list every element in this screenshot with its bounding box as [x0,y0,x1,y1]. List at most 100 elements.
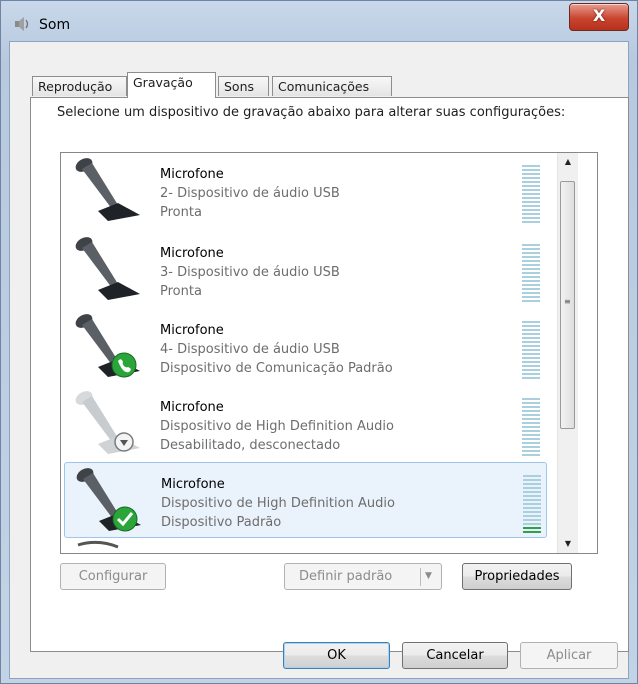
level-segment [522,333,540,335]
title-bar[interactable]: Som X [1,1,637,41]
level-segment [522,276,540,278]
level-segment [522,165,540,167]
level-segment [522,357,540,359]
list-scrollbar[interactable]: ▲ ≡ ▼ [557,153,578,553]
microphone-icon [68,155,150,225]
tab-sounds[interactable]: Sons [218,76,269,96]
device-status: Pronta [160,205,202,220]
level-segment [522,280,540,282]
device-description: Dispositivo de High Definition Audio [161,496,395,511]
level-segment [522,426,540,428]
level-segment [522,450,540,452]
level-segment [523,531,541,533]
microphone-icon [68,388,150,458]
device-list[interactable]: Microfone 2- Dispositivo de áudio USB Pron… [60,152,598,554]
ok-button[interactable]: OK [283,642,390,669]
level-segment [523,523,541,525]
scroll-thumb[interactable]: ≡ [560,181,575,429]
recording-panel: Selecione um dispositivo de gravação aba… [30,97,629,652]
level-segment [523,527,541,529]
device-status: Dispositivo de Comunicação Padrão [160,361,393,376]
level-segment [522,173,540,175]
level-segment [522,398,540,400]
split-divider [420,568,421,586]
level-segment [522,446,540,448]
level-segment [522,201,540,203]
device-description: 4- Dispositivo de áudio USB [160,342,340,357]
level-segment [523,503,541,505]
device-row[interactable]: Microfone 2- Dispositivo de áudio USB Pron… [64,153,547,229]
scroll-down-arrow-icon[interactable]: ▼ [558,535,578,553]
level-segment [522,288,540,290]
device-description: Dispositivo de High Definition Audio [160,419,394,434]
down-arrow-icon [114,432,134,452]
device-name: Microfone [160,246,224,261]
level-segment [522,264,540,266]
level-segment [522,418,540,420]
microphone-icon [69,465,151,535]
device-row[interactable]: Microfone 3- Dispositivo de áudio USB Pron… [64,232,547,308]
tab-playback[interactable]: Reprodução [32,76,127,96]
level-segment [522,268,540,270]
level-segment [522,454,540,456]
level-meter [522,398,540,456]
window-title: Som [39,17,71,33]
device-name: Microfone [161,477,225,492]
level-segment [522,377,540,379]
level-segment [522,217,540,219]
level-segment [522,369,540,371]
level-segment [523,487,541,489]
level-segment [522,329,540,331]
cancel-button[interactable]: Cancelar [402,642,508,669]
level-segment [522,193,540,195]
scroll-up-arrow-icon[interactable]: ▲ [558,153,578,171]
level-meter [522,244,540,302]
grip-icon: ≡ [564,297,571,306]
microphone-icon [68,234,150,304]
level-segment [522,181,540,183]
level-segment [522,205,540,207]
device-status: Desabilitado, desconectado [160,438,341,453]
level-segment [522,414,540,416]
level-segment [522,248,540,250]
level-segment [522,209,540,211]
level-segment [522,256,540,258]
device-row[interactable]: Microfone Dispositivo de High Definition … [64,462,547,538]
level-segment [522,422,540,424]
dropdown-arrow-icon[interactable]: ▼ [425,564,432,589]
level-segment [523,499,541,501]
level-segment [523,491,541,493]
level-segment [523,515,541,517]
phone-icon [111,352,137,378]
microphone-icon [68,311,150,381]
properties-button[interactable]: Propriedades [462,563,572,590]
level-segment [522,361,540,363]
level-segment [523,479,541,481]
configure-button[interactable]: Configurar [60,563,166,590]
device-row[interactable]: Microfone Dispositivo de High Definition … [64,386,547,462]
level-segment [522,402,540,404]
level-segment [522,213,540,215]
check-icon [112,506,138,532]
level-meter [523,475,541,533]
device-name: Microfone [160,400,224,415]
level-segment [523,511,541,513]
set-default-split-button[interactable]: Definir padrão ▼ [284,563,442,590]
level-segment [522,300,540,302]
level-segment [522,337,540,339]
level-segment [522,353,540,355]
tab-communications[interactable]: Comunicações [272,76,392,96]
level-segment [522,244,540,246]
apply-button[interactable]: Aplicar [520,642,618,669]
level-segment [522,341,540,343]
level-segment [522,406,540,408]
level-segment [522,438,540,440]
close-icon: X [592,6,606,25]
device-row[interactable]: Microfone 4- Dispositivo de áudio USB Disp… [64,309,547,385]
tab-recording[interactable]: Gravação [127,72,216,98]
level-segment [522,349,540,351]
close-button[interactable]: X [569,3,629,31]
level-segment [523,495,541,497]
device-description: 2- Dispositivo de áudio USB [160,186,340,201]
level-segment [522,221,540,223]
